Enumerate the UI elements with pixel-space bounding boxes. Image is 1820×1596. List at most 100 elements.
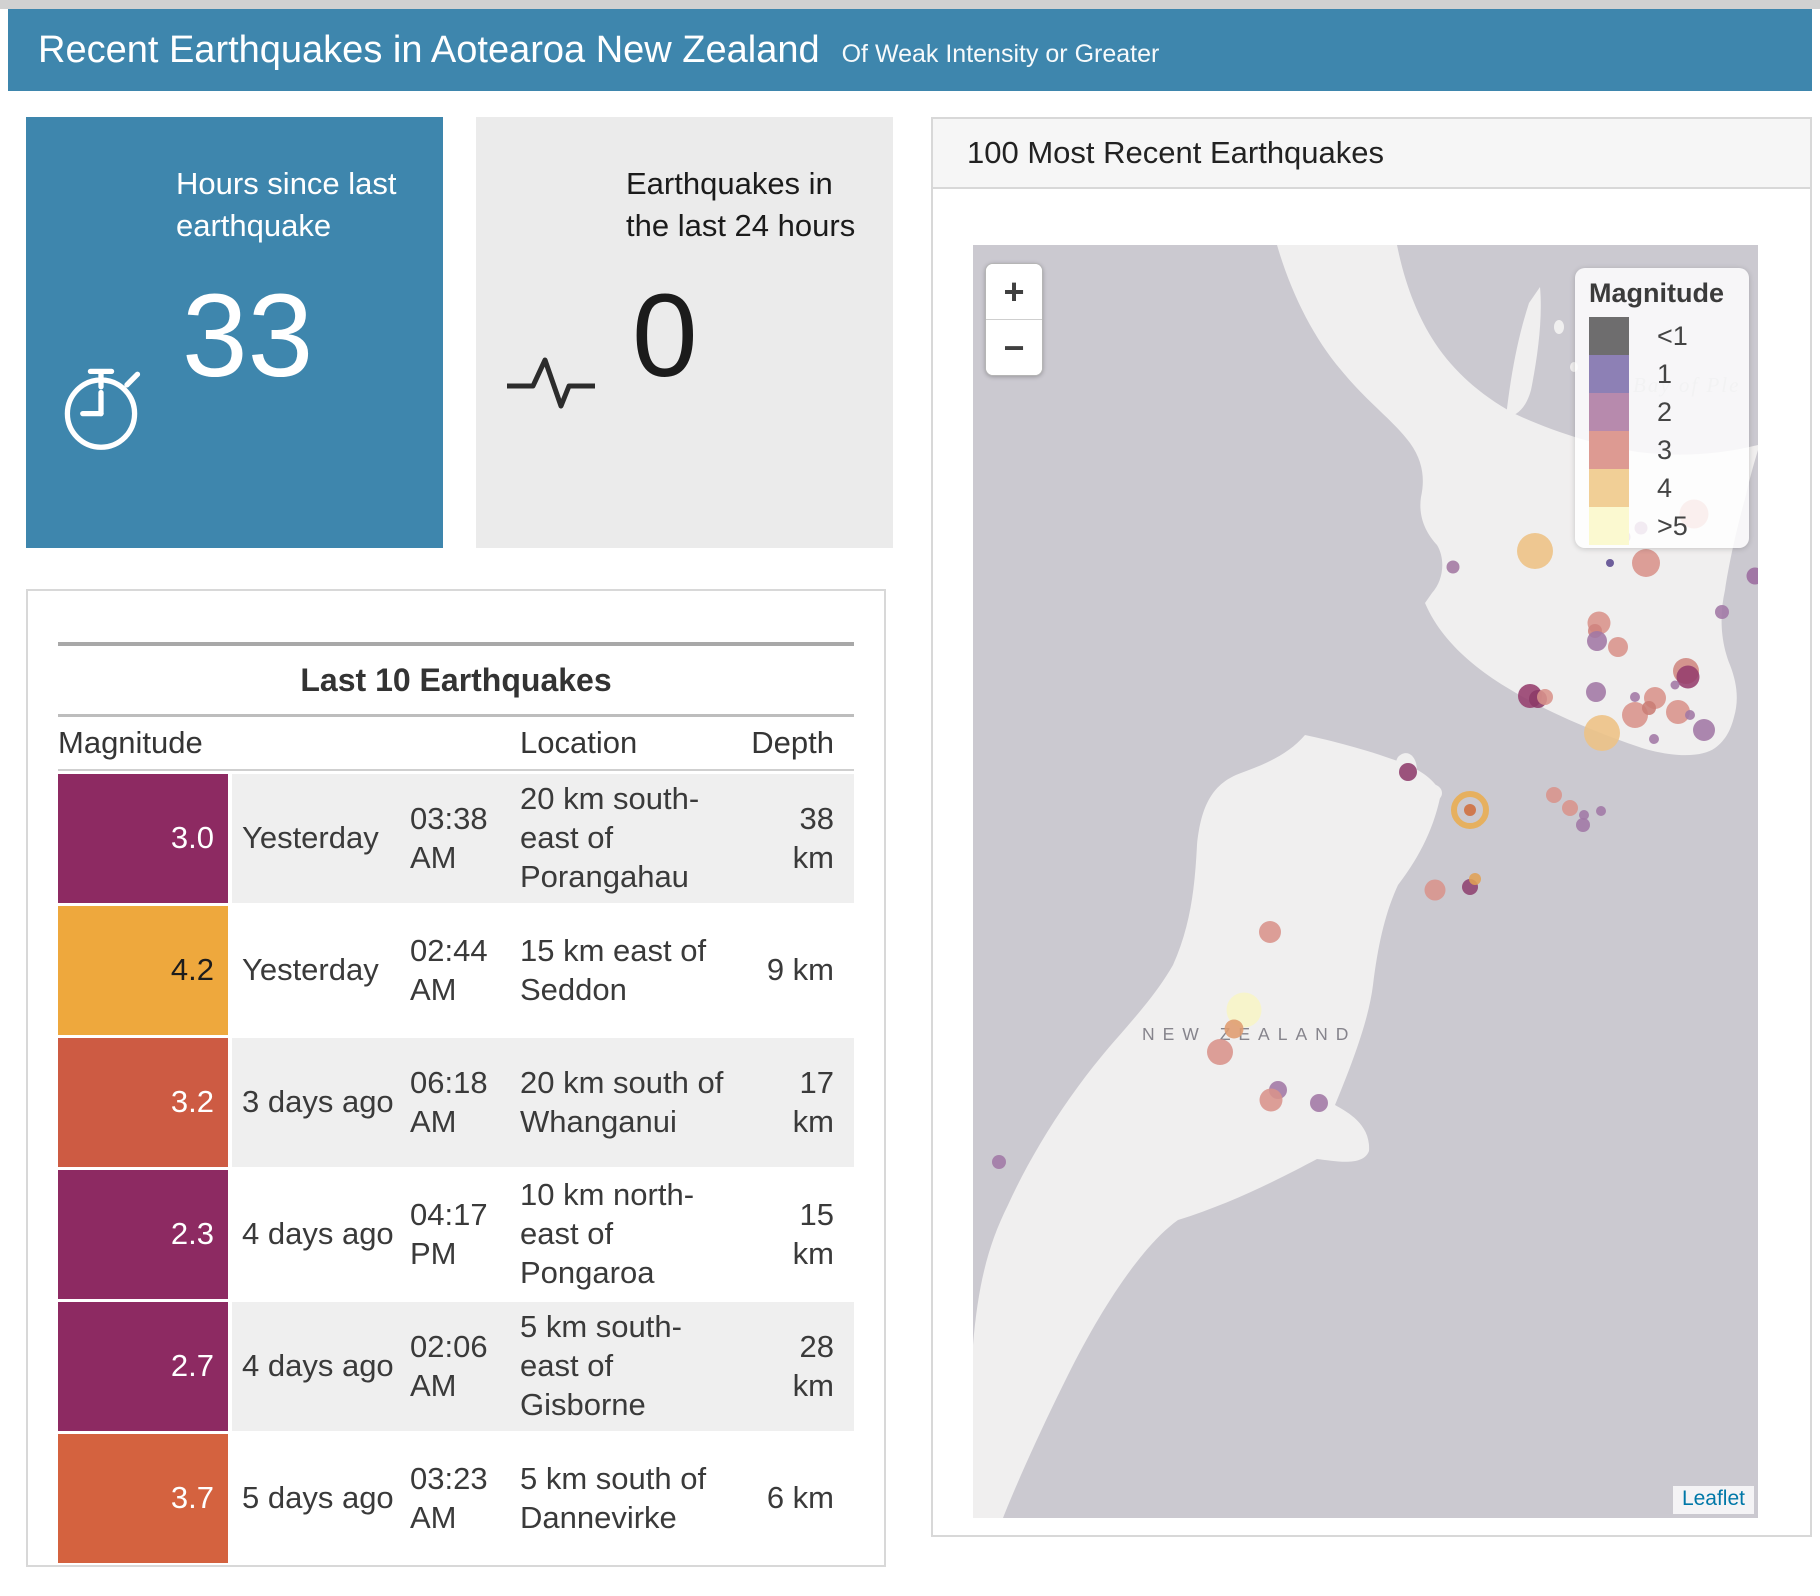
leaflet-attribution: Leaflet <box>1673 1486 1754 1514</box>
earthquake-marker[interactable] <box>1586 682 1606 702</box>
last-24h-label: Earthquakes in the last 24 hours <box>626 163 878 246</box>
earthquake-marker[interactable] <box>1685 710 1695 720</box>
location-cell: 20 km south of Whanganui <box>520 1064 740 1142</box>
table-body: 3.0Yesterday03:38 AM20 km south-east of … <box>58 771 854 1563</box>
magnitude-chip: 2.3 <box>58 1170 232 1299</box>
legend-swatch <box>1589 317 1629 355</box>
map-zoom-control: + − <box>985 263 1043 376</box>
earthquake-marker[interactable] <box>1632 549 1660 577</box>
hours-since-value: 33 <box>182 272 443 402</box>
earthquake-marker[interactable] <box>1606 559 1614 567</box>
map-panel: 100 Most Recent Earthquakes Bay of Ple <box>931 117 1812 1537</box>
depth-cell: 15 km <box>750 1196 834 1274</box>
earthquake-marker[interactable] <box>1469 873 1481 885</box>
stopwatch-icon <box>26 117 176 548</box>
table-row: 2.74 days ago02:06 AM5 km south-east of … <box>58 1299 854 1431</box>
earthquake-marker[interactable] <box>1464 804 1476 816</box>
date-cell: 5 days ago <box>242 1479 400 1518</box>
time-cell: 02:06 AM <box>410 1328 510 1406</box>
zoom-out-button[interactable]: − <box>986 320 1042 375</box>
table-row: 3.0Yesterday03:38 AM20 km south-east of … <box>58 771 854 903</box>
earthquake-marker[interactable] <box>1224 1020 1243 1039</box>
map-label-new-zealand: NEW ZEALAND <box>1142 1024 1356 1045</box>
legend-entries: <11234>5 <box>1589 317 1749 545</box>
legend-swatch <box>1589 469 1629 507</box>
table-title: Last 10 Earthquakes <box>58 646 854 714</box>
earthquake-marker[interactable] <box>1746 567 1758 584</box>
last-10-earthquakes-panel: Last 10 Earthquakes Magnitude Location D… <box>26 589 886 1567</box>
location-cell: 5 km south of Dannevirke <box>520 1460 740 1538</box>
earthquake-marker[interactable] <box>1596 806 1606 816</box>
earthquake-marker[interactable] <box>1630 692 1640 702</box>
map-title: 100 Most Recent Earthquakes <box>933 119 1810 189</box>
earthquake-marker[interactable] <box>1562 800 1578 816</box>
leaflet-link[interactable]: Leaflet <box>1682 1487 1745 1510</box>
earthquake-marker[interactable] <box>1608 637 1628 657</box>
time-cell: 03:38 AM <box>410 800 510 878</box>
earthquake-marker[interactable] <box>1715 605 1729 619</box>
depth-cell: 9 km <box>750 951 834 990</box>
table-row: 3.23 days ago06:18 AM20 km south of Whan… <box>58 1035 854 1167</box>
magnitude-chip: 3.7 <box>58 1434 232 1563</box>
depth-cell: 38 km <box>750 800 834 878</box>
earthquake-marker[interactable] <box>1446 561 1459 574</box>
earthquake-marker[interactable] <box>1584 715 1620 751</box>
earthquake-marker[interactable] <box>1425 880 1446 901</box>
time-cell: 02:44 AM <box>410 932 510 1010</box>
legend-label: 4 <box>1657 469 1672 507</box>
earthquake-marker[interactable] <box>1587 631 1607 651</box>
location-cell: 10 km north-east of Pongaroa <box>520 1176 740 1292</box>
date-cell: Yesterday <box>242 951 400 990</box>
legend-swatch <box>1589 431 1629 469</box>
column-header-magnitude: Magnitude <box>58 725 232 761</box>
hours-since-label: Hours since last earthquake <box>176 163 428 246</box>
earthquake-marker[interactable] <box>1517 533 1553 569</box>
earthquake-marker[interactable] <box>1260 1089 1283 1112</box>
zoom-in-button[interactable]: + <box>986 264 1042 320</box>
depth-cell: 17 km <box>750 1064 834 1142</box>
earthquake-marker[interactable] <box>1576 818 1590 832</box>
legend-title: Magnitude <box>1589 278 1749 309</box>
legend-swatch <box>1589 507 1629 545</box>
depth-cell: 6 km <box>750 1479 834 1518</box>
location-cell: 5 km south-east of Gisborne <box>520 1308 740 1424</box>
column-header-location: Location <box>520 725 740 761</box>
date-cell: 4 days ago <box>242 1215 400 1254</box>
stat-cards: Hours since last earthquake 33 Earthquak… <box>26 117 893 548</box>
earthquake-marker[interactable] <box>1642 701 1656 715</box>
hours-since-card: Hours since last earthquake 33 <box>26 117 443 548</box>
legend-swatch <box>1589 355 1629 393</box>
earthquake-marker[interactable] <box>1537 689 1553 705</box>
earthquake-marker[interactable] <box>992 1155 1006 1169</box>
earthquake-marker[interactable] <box>1310 1094 1328 1112</box>
legend-entry: 4 <box>1589 469 1749 507</box>
page-subtitle: Of Weak Intensity or Greater <box>842 40 1160 69</box>
magnitude-chip: 4.2 <box>58 906 232 1035</box>
earthquake-marker[interactable] <box>1670 681 1679 690</box>
location-cell: 20 km south-east of Porangahau <box>520 780 740 896</box>
depth-cell: 28 km <box>750 1328 834 1406</box>
table-row: 4.2Yesterday02:44 AM15 km east of Seddon… <box>58 903 854 1035</box>
legend-entry: 1 <box>1589 355 1749 393</box>
table-row: 2.34 days ago04:17 PM10 km north-east of… <box>58 1167 854 1299</box>
earthquake-marker[interactable] <box>1259 921 1281 943</box>
earthquake-marker[interactable] <box>1399 763 1417 781</box>
left-column: Hours since last earthquake 33 Earthquak… <box>26 117 893 1567</box>
magnitude-chip: 3.2 <box>58 1038 232 1167</box>
legend-label: <1 <box>1657 317 1688 355</box>
pulse-icon <box>476 117 626 548</box>
earthquake-marker[interactable] <box>1693 719 1715 741</box>
legend-label: 2 <box>1657 393 1672 431</box>
earthquake-marker[interactable] <box>1649 734 1659 744</box>
legend-entry: 2 <box>1589 393 1749 431</box>
earthquake-marker[interactable] <box>1677 665 1700 688</box>
date-cell: 4 days ago <box>242 1347 400 1386</box>
leaflet-map[interactable]: Bay of Ple NEW ZEALAND Magnitude <11234>… <box>973 245 1758 1518</box>
earthquake-marker[interactable] <box>1207 1039 1233 1065</box>
legend-swatch <box>1589 393 1629 431</box>
earthquake-marker[interactable] <box>1546 787 1562 803</box>
app-header: Recent Earthquakes in Aotearoa New Zeala… <box>8 9 1812 91</box>
column-header-depth: Depth <box>750 725 834 761</box>
last-24h-card: Earthquakes in the last 24 hours 0 <box>476 117 893 548</box>
legend-entry: 3 <box>1589 431 1749 469</box>
